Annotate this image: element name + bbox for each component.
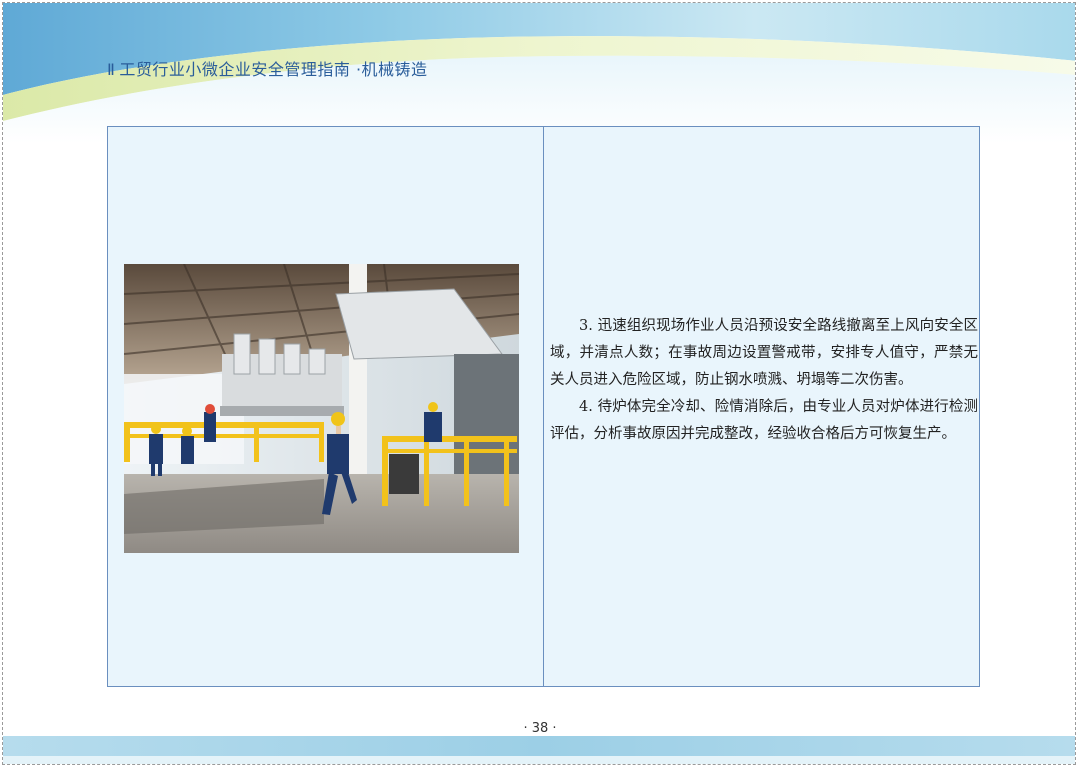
image-column: [108, 127, 544, 686]
page-frame: Ⅱ 工贸行业小微企业安全管理指南 ·机械铸造 3. 迅速组织现场作业人员沿预设安…: [2, 2, 1076, 765]
document-header: Ⅱ 工贸行业小微企业安全管理指南 ·机械铸造: [107, 56, 428, 80]
page-number: · 38 ·: [523, 721, 557, 736]
paragraph-4: 4. 待炉体完全冷却、险情消除后，由专业人员对炉体进行检测评估，分析事故原因并完…: [550, 399, 978, 442]
section-marker: Ⅱ: [107, 60, 116, 79]
footer-band-light: [3, 756, 1075, 764]
footer-band: [3, 736, 1075, 756]
content-table: 3. 迅速组织现场作业人员沿预设安全路线撤离至上风向安全区域，并清点人数；在事故…: [107, 126, 980, 687]
paragraph-3: 3. 迅速组织现场作业人员沿预设安全路线撤离至上风向安全区域，并清点人数；在事故…: [550, 318, 978, 388]
body-text: 3. 迅速组织现场作业人员沿预设安全路线撤离至上风向安全区域，并清点人数；在事故…: [550, 313, 978, 448]
factory-workers-photo: [124, 264, 519, 553]
header-title-text: 工贸行业小微企业安全管理指南 ·机械铸造: [119, 60, 428, 79]
text-column: 3. 迅速组织现场作业人员沿预设安全路线撤离至上风向安全区域，并清点人数；在事故…: [544, 127, 979, 686]
